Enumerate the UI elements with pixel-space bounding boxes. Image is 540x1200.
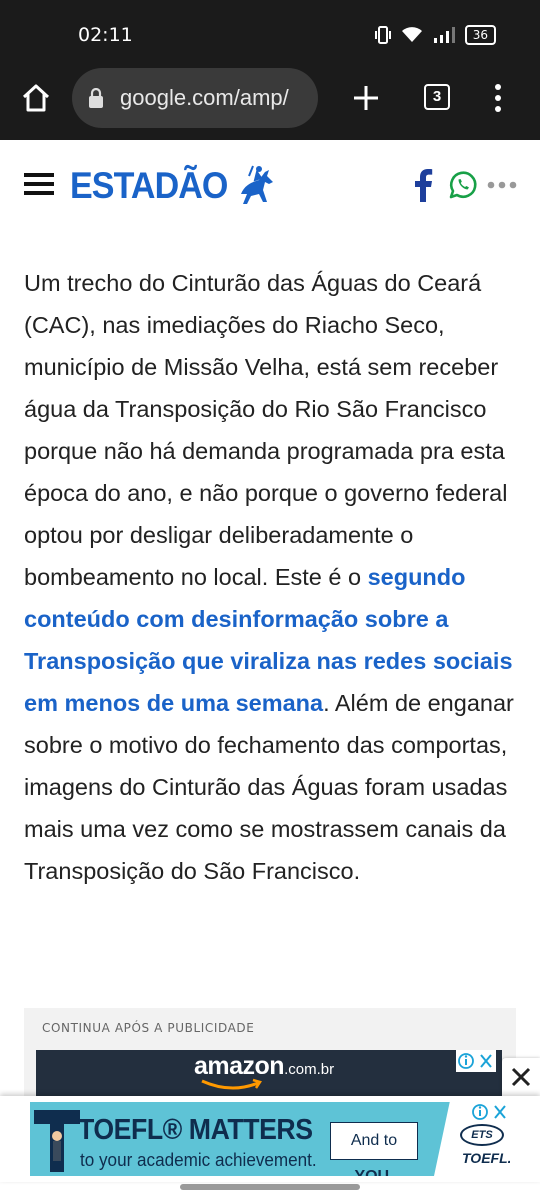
home-icon[interactable]	[20, 82, 52, 114]
horse-rider-icon	[241, 165, 274, 204]
adchoices-icon[interactable]	[470, 1102, 510, 1122]
facebook-icon[interactable]	[412, 168, 434, 202]
url-text: google.com/amp/	[120, 85, 289, 110]
paragraph-text-start: Um trecho do Cinturão das Águas do Ceará…	[24, 270, 508, 590]
tabs-icon[interactable]: 3	[424, 84, 450, 110]
ets-logo: ETS	[460, 1124, 504, 1146]
status-bar: 02:11 36	[0, 0, 540, 64]
site-header: ESTADÃO	[0, 140, 540, 238]
sticky-ad: TOEFL® MATTERS to your academic achievem…	[0, 1096, 540, 1182]
status-time: 02:11	[78, 24, 133, 46]
paragraph-text-end: . Além de enganar sobre o motivo do fech…	[24, 690, 514, 884]
amazon-logo: amazon.com.br	[194, 1052, 335, 1090]
status-icons: 36	[374, 25, 496, 45]
cta-emphasis: YOU.	[354, 1168, 393, 1176]
ad-label: CONTINUA APÓS A PUBLICIDADE	[42, 1021, 255, 1035]
hamburger-icon[interactable]	[24, 173, 54, 197]
menu-icon[interactable]	[490, 82, 506, 114]
gesture-bar[interactable]	[180, 1184, 360, 1190]
amazon-word: amazon	[194, 1052, 285, 1080]
ad-block: CONTINUA APÓS A PUBLICIDADE amazon.com.b…	[24, 1008, 516, 1108]
cta-prefix: And to	[350, 1132, 398, 1149]
toefl-title: TOEFL® MATTERS	[78, 1114, 313, 1146]
browser-toolbar: google.com/amp/ 3	[0, 64, 540, 140]
adchoices-icon[interactable]	[456, 1050, 496, 1072]
wifi-icon	[401, 27, 422, 42]
more-icon[interactable]	[487, 180, 517, 190]
toefl-cta[interactable]: And to YOU.	[330, 1122, 418, 1176]
vibrate-icon	[374, 26, 391, 44]
amazon-smile-icon	[201, 1078, 262, 1090]
lock-icon	[89, 88, 103, 108]
amazon-suffix: .com.br	[284, 1061, 335, 1078]
article-body: Um trecho do Cinturão das Águas do Ceará…	[24, 262, 524, 892]
site-logo[interactable]: ESTADÃO	[70, 164, 279, 208]
toefl-banner[interactable]: TOEFL® MATTERS to your academic achievem…	[30, 1102, 510, 1176]
battery-icon: 36	[464, 25, 496, 45]
ets-toefl-brand: TOEFL.	[462, 1150, 510, 1166]
toefl-subtitle: to your academic achievement.	[80, 1150, 317, 1170]
url-bar[interactable]: google.com/amp/	[72, 68, 318, 128]
whatsapp-icon[interactable]	[448, 170, 478, 200]
toefl-t-logo	[34, 1110, 80, 1172]
logo-text: ESTADÃO	[70, 165, 228, 206]
signal-icon	[433, 27, 455, 43]
article-paragraph: Um trecho do Cinturão das Águas do Ceará…	[24, 262, 524, 892]
close-icon[interactable]	[502, 1058, 540, 1096]
plus-icon[interactable]	[352, 84, 380, 112]
